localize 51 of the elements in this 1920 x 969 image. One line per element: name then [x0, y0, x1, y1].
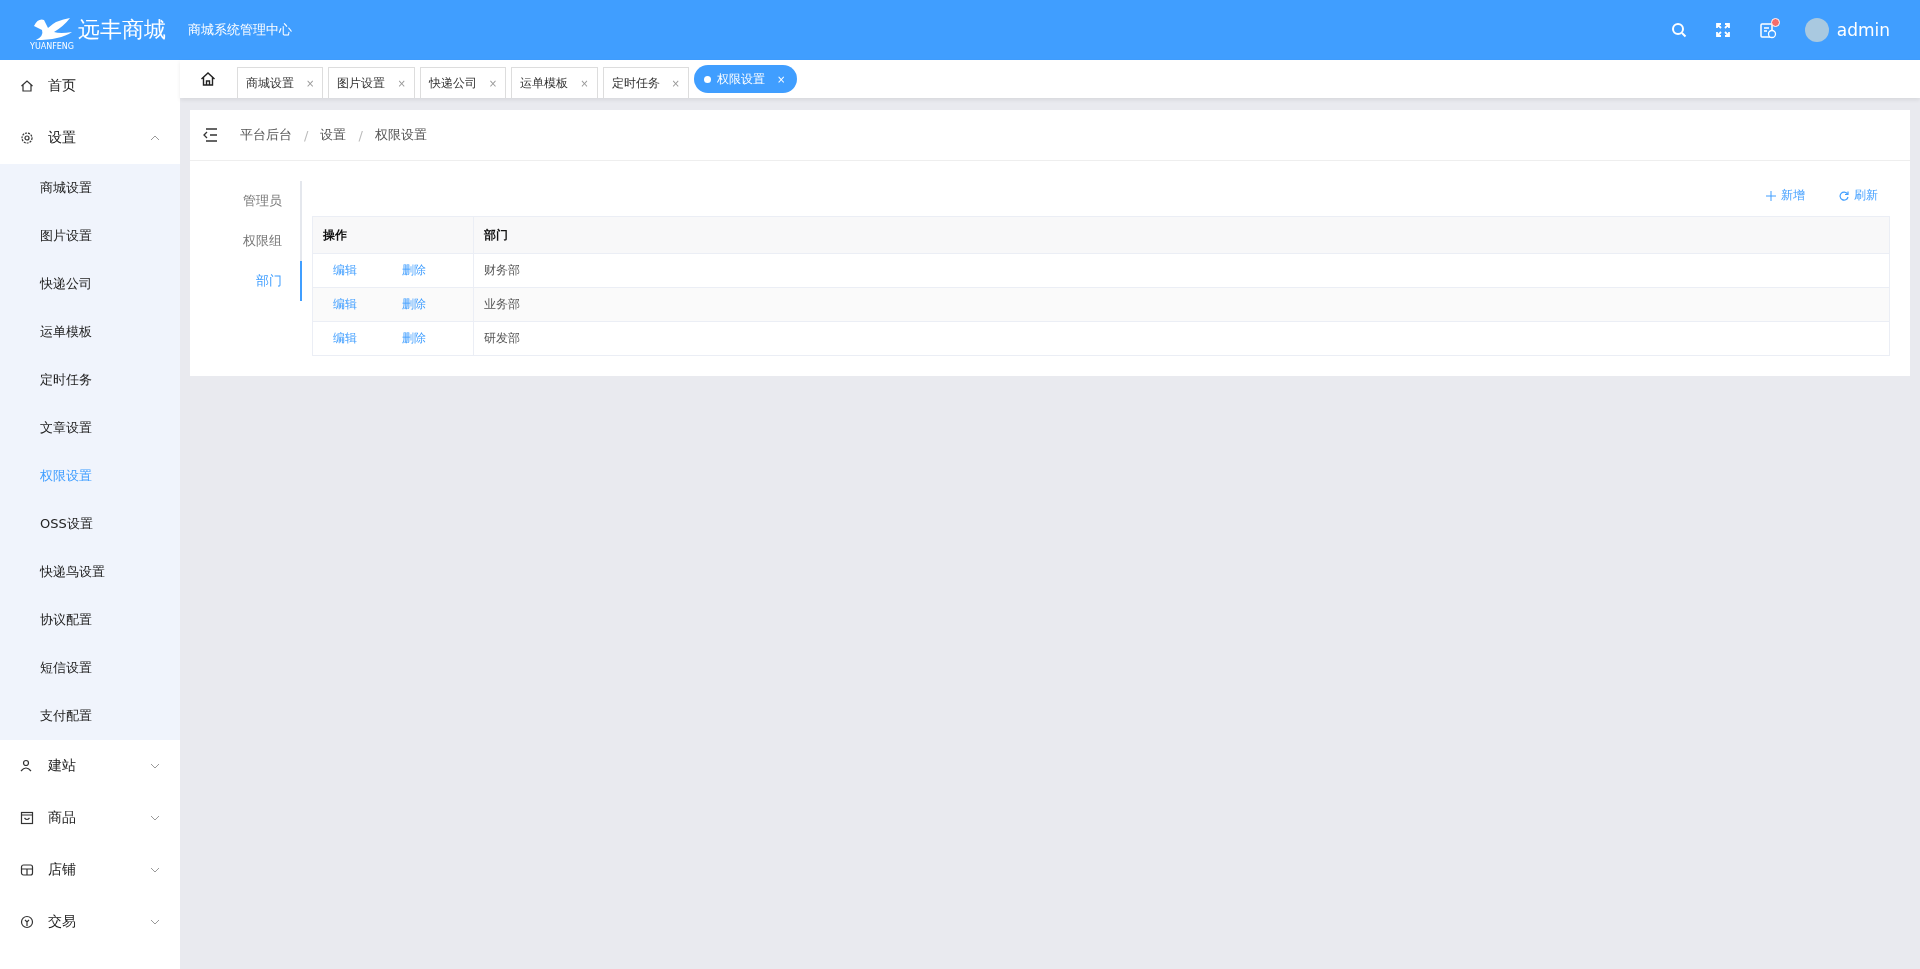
- vertical-tab[interactable]: 管理员: [210, 181, 302, 221]
- logo-caption: YUANFENG: [30, 42, 75, 51]
- submenu-item[interactable]: 定时任务: [0, 356, 180, 404]
- menu-item[interactable]: 设置: [0, 112, 180, 164]
- submenu-item[interactable]: 支付配置: [0, 692, 180, 740]
- page-tab[interactable]: 定时任务 ×: [602, 67, 689, 98]
- active-dot-icon: [703, 75, 711, 83]
- home-icon[interactable]: [200, 71, 216, 87]
- menu-item[interactable]: 商品: [0, 792, 180, 844]
- vertical-tab[interactable]: 权限组: [210, 221, 302, 261]
- submenu-item[interactable]: OSS设置: [0, 500, 180, 548]
- menu-item[interactable]: 店铺: [0, 844, 180, 896]
- brand-name: 远丰商城: [78, 16, 166, 44]
- collapse-menu-icon[interactable]: [202, 128, 218, 142]
- submenu-item[interactable]: 商城设置: [0, 164, 180, 212]
- submenu-item[interactable]: 协议配置: [0, 596, 180, 644]
- page-tab[interactable]: 运单模板 ×: [511, 67, 598, 98]
- person-icon: [20, 759, 34, 773]
- column-header: 部门: [483, 226, 509, 244]
- submenu-item[interactable]: 图片设置: [0, 212, 180, 260]
- submenu-item[interactable]: 快递公司: [0, 260, 180, 308]
- table-cell-text: 财务部: [483, 262, 521, 279]
- refresh-icon: [1839, 190, 1849, 201]
- avatar[interactable]: [1804, 18, 1829, 42]
- submenu-item[interactable]: 快递鸟设置: [0, 548, 180, 596]
- menu-item[interactable]: 交易: [0, 896, 180, 948]
- breadcrumb-separator: /: [358, 127, 363, 143]
- store-icon: [20, 863, 34, 877]
- page-tab[interactable]: 快递公司 ×: [419, 67, 507, 98]
- page-tab[interactable]: 商城设置 ×: [237, 67, 324, 98]
- search-icon[interactable]: [1670, 22, 1687, 38]
- home-icon: [20, 79, 34, 93]
- breadcrumb-link[interactable]: 设置: [320, 126, 347, 144]
- submenu-item[interactable]: 运单模板: [0, 308, 180, 356]
- table-cell-text: 研发部: [483, 330, 521, 347]
- breadcrumb-separator: /: [304, 127, 309, 143]
- fullscreen-icon[interactable]: [1714, 22, 1731, 38]
- coin-icon: [20, 915, 34, 929]
- gear-icon: [20, 131, 34, 145]
- plus-icon: [1766, 190, 1776, 201]
- submenu-item[interactable]: 文章设置: [0, 404, 180, 452]
- column-header: 操作: [313, 217, 474, 253]
- menu-item[interactable]: 建站: [0, 740, 180, 792]
- submenu-item[interactable]: 短信设置: [0, 644, 180, 692]
- page-tab[interactable]: 图片设置 ×: [328, 67, 415, 98]
- box-icon: [20, 811, 34, 825]
- header-subtitle: 商城系统管理中心: [188, 21, 292, 39]
- clipboard-clock-icon[interactable]: [1758, 21, 1777, 39]
- breadcrumb-link[interactable]: 平台后台: [240, 126, 292, 144]
- menu-item[interactable]: 首页: [0, 60, 180, 112]
- table-cell-text: 业务部: [483, 296, 521, 313]
